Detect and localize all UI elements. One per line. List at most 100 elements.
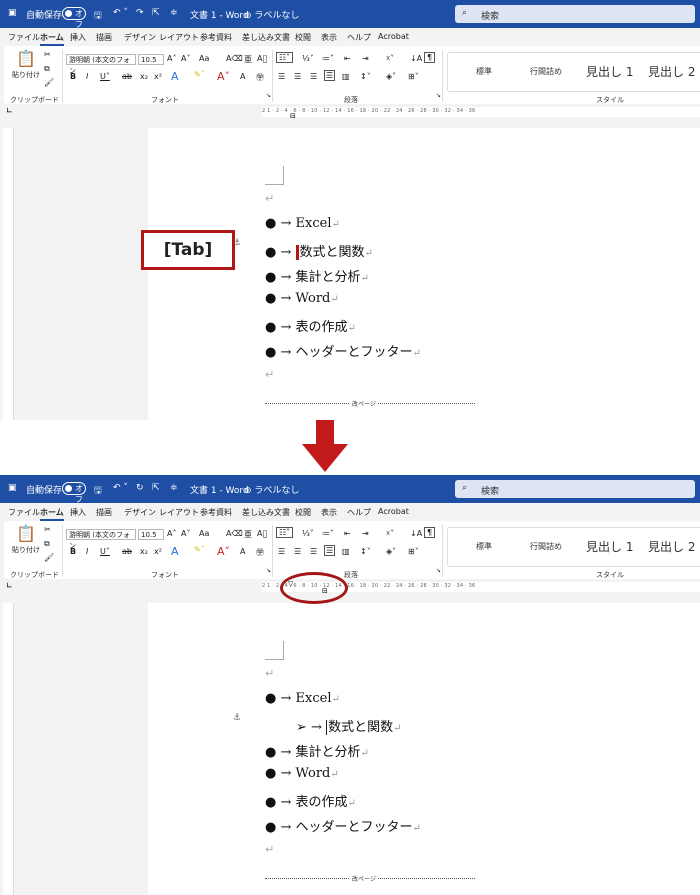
tab-references[interactable]: 参考資料	[200, 507, 232, 518]
show-marks-icon[interactable]: ¶	[424, 52, 436, 63]
sort-icon[interactable]: ↓A	[410, 529, 422, 538]
undo-icon[interactable]: ↶ ˅	[113, 8, 128, 18]
tab-insert[interactable]: 挿入	[70, 507, 86, 518]
bullets-icon[interactable]: ☷˅	[276, 52, 294, 63]
list-item[interactable]: ➢ → 数式と関数↵	[296, 716, 402, 735]
italic-icon[interactable]: I	[86, 547, 88, 556]
change-case-button[interactable]: Aa	[199, 54, 209, 63]
justify-icon[interactable]: ☰	[324, 70, 336, 81]
multilevel-list-icon[interactable]: ≔˅	[322, 54, 334, 63]
list-item[interactable]: ● → Word↵	[265, 766, 339, 781]
horizontal-ruler[interactable]: ∟ 2 1 · 2 · 4 · 6 · 8 · 10 · 12 · 14 · 1…	[0, 579, 700, 595]
tab-home[interactable]: ホーム	[40, 32, 64, 46]
justify-icon[interactable]: ☰	[324, 545, 336, 556]
save-icon[interactable]: 🖫	[94, 483, 102, 499]
paragraph-dialog-icon[interactable]: ↘	[436, 567, 441, 574]
style-heading-2[interactable]: 見出し 2	[648, 538, 695, 555]
italic-icon[interactable]: I	[86, 72, 88, 81]
underline-icon[interactable]: U˅	[100, 72, 110, 81]
list-item[interactable]: ● → 集計と分析↵	[265, 266, 369, 285]
tab-layout[interactable]: レイアウト	[159, 32, 199, 43]
tab-acrobat[interactable]: Acrobat	[378, 507, 409, 516]
redo-icon[interactable]: ↷	[136, 8, 144, 18]
save-icon[interactable]: 🖫	[94, 8, 102, 24]
cut-icon[interactable]: ✂	[44, 50, 51, 59]
list-item[interactable]: ● → ヘッダーとフッター↵	[265, 341, 421, 360]
tab-file[interactable]: ファイル	[8, 507, 40, 518]
increase-indent-icon[interactable]: ⇥	[362, 529, 369, 538]
indent-marker-icon[interactable]: ⊟	[290, 112, 296, 120]
copy-icon[interactable]: ⧉	[44, 64, 50, 74]
tab-view[interactable]: 表示	[321, 507, 337, 518]
line-spacing-icon[interactable]: ↕˅	[360, 547, 371, 556]
copy-icon[interactable]: ⧉	[44, 539, 50, 549]
tab-draw[interactable]: 描画	[96, 32, 112, 43]
word-app-icon[interactable]: ▣	[8, 8, 17, 18]
borders-icon[interactable]: ⊞˅	[408, 547, 419, 556]
list-item[interactable]: ● → 表の作成↵	[265, 316, 356, 335]
search-box[interactable]: ⌕ 検索	[455, 480, 695, 498]
asian-layout-icon[interactable]: ☓˅	[386, 529, 394, 538]
subscript-icon[interactable]: x₂	[140, 547, 148, 556]
char-border-icon[interactable]: A⃞	[257, 54, 267, 63]
paste-button[interactable]: 貼り付け	[12, 70, 40, 80]
phonetic-icon[interactable]: 亜	[244, 529, 252, 540]
search-box[interactable]: ⌕ 検索	[455, 5, 695, 23]
tab-view[interactable]: 表示	[321, 32, 337, 43]
style-normal[interactable]: 標準	[476, 541, 492, 552]
clear-format-icon[interactable]: A⌫	[226, 529, 243, 538]
superscript-icon[interactable]: x²	[154, 72, 162, 81]
tab-acrobat[interactable]: Acrobat	[378, 32, 409, 41]
paste-button[interactable]: 貼り付け	[12, 545, 40, 555]
pointer-icon[interactable]: ⇱	[152, 483, 160, 493]
subscript-icon[interactable]: x₂	[140, 72, 148, 81]
autosave-toggle[interactable]: オフ	[62, 7, 86, 29]
format-painter-icon[interactable]: 🖌	[44, 78, 54, 87]
align-right-icon[interactable]: ☰	[310, 547, 317, 556]
strikethrough-icon[interactable]: ab	[122, 72, 132, 81]
tab-design[interactable]: デザイン	[124, 507, 156, 518]
numbering-icon[interactable]: ⅓˅	[302, 529, 314, 538]
list-item[interactable]: ● → Excel↵	[265, 216, 340, 231]
line-spacing-icon[interactable]: ↕˅	[360, 72, 371, 81]
customize-qat-icon[interactable]: ≑	[170, 483, 178, 493]
text-effects-icon[interactable]: A	[171, 545, 179, 558]
tab-home[interactable]: ホーム	[40, 507, 64, 521]
highlight-icon[interactable]: ✎˅	[194, 545, 205, 554]
clear-format-icon[interactable]: A⌫	[226, 54, 243, 63]
pointer-icon[interactable]: ⇱	[152, 8, 160, 18]
distribute-icon[interactable]: ▥	[342, 547, 350, 556]
char-shading-icon[interactable]: A	[240, 547, 245, 556]
tab-design[interactable]: デザイン	[124, 32, 156, 43]
tab-mailings[interactable]: 差し込み文書	[242, 507, 290, 518]
grow-font-icon[interactable]: A˄	[167, 54, 176, 63]
font-name-box[interactable]: 游明朝 (本文のフォン	[66, 529, 136, 550]
decrease-indent-icon[interactable]: ⇤	[344, 529, 351, 538]
tab-file[interactable]: ファイル	[8, 32, 40, 43]
align-center-icon[interactable]: ☰	[294, 72, 301, 81]
tab-help[interactable]: ヘルプ	[347, 32, 371, 43]
shading-icon[interactable]: ◈˅	[386, 547, 396, 556]
show-marks-icon[interactable]: ¶	[424, 527, 436, 538]
phonetic-icon[interactable]: 亜	[244, 54, 252, 65]
redo-icon[interactable]: ↻	[136, 483, 144, 493]
font-dialog-icon[interactable]: ↘	[266, 567, 271, 574]
superscript-icon[interactable]: x²	[154, 547, 162, 556]
enclose-char-icon[interactable]: ㊫	[256, 547, 264, 558]
char-border-icon[interactable]: A⃞	[257, 529, 267, 538]
sensitivity-label[interactable]: ⊚ ラベルなし	[244, 483, 299, 496]
char-shading-icon[interactable]: A	[240, 72, 245, 81]
bold-icon[interactable]: B	[70, 547, 76, 556]
list-item[interactable]: ● → Excel↵	[265, 691, 340, 706]
sensitivity-label[interactable]: ⊚ ラベルなし	[244, 8, 299, 21]
tab-mailings[interactable]: 差し込み文書	[242, 32, 290, 43]
style-heading-1[interactable]: 見出し 1	[586, 538, 633, 555]
autosave-toggle[interactable]: オフ	[62, 482, 86, 504]
grow-font-icon[interactable]: A˄	[167, 529, 176, 538]
align-left-icon[interactable]: ☰	[278, 547, 285, 556]
paragraph-dialog-icon[interactable]: ↘	[436, 92, 441, 99]
align-left-icon[interactable]: ☰	[278, 72, 285, 81]
tab-layout[interactable]: レイアウト	[159, 507, 199, 518]
align-center-icon[interactable]: ☰	[294, 547, 301, 556]
tab-draw[interactable]: 描画	[96, 507, 112, 518]
